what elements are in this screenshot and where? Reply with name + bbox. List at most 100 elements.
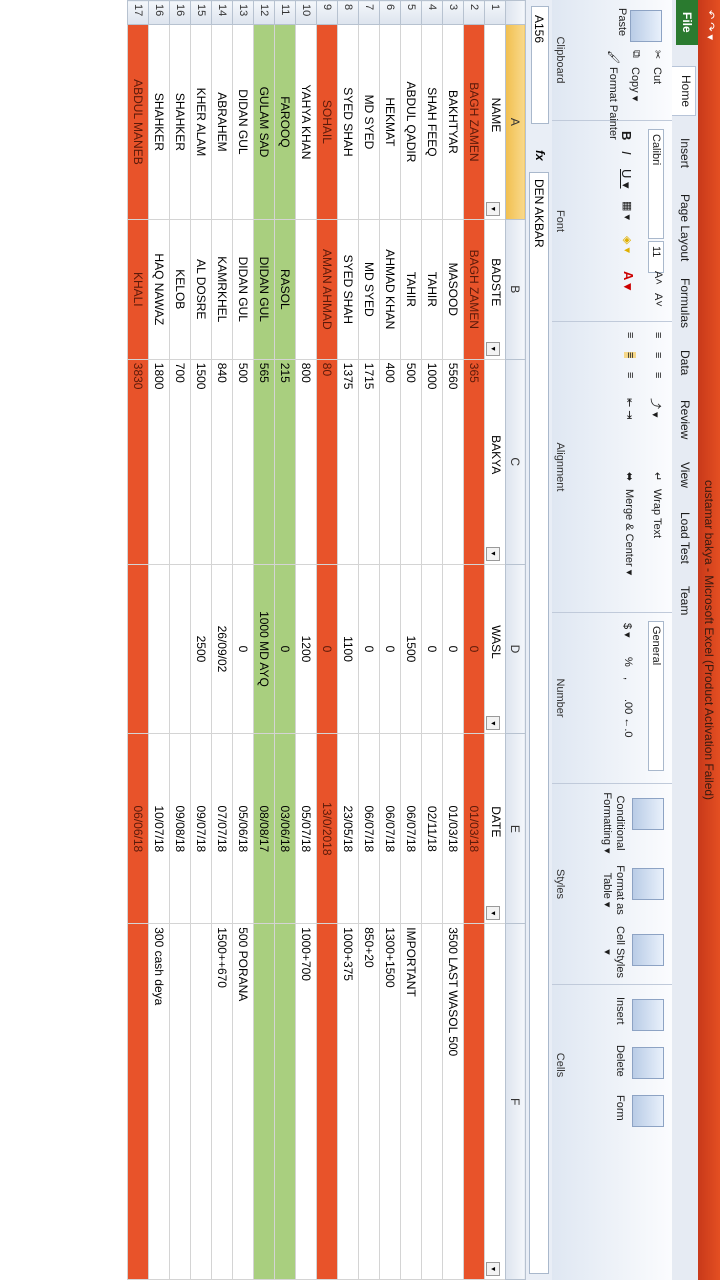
row-header[interactable]: 8 <box>337 0 359 25</box>
cell-date[interactable]: 06/06/18 <box>127 733 149 924</box>
number-format-select[interactable]: General <box>648 621 664 771</box>
align-middle-icon[interactable]: ≡ <box>652 352 664 358</box>
format-cells-icon[interactable] <box>632 1095 664 1127</box>
fx-icon[interactable]: fx <box>533 150 547 161</box>
align-right-icon[interactable]: ≡ <box>624 372 636 378</box>
row-header[interactable]: 15 <box>190 0 212 25</box>
cell-badste[interactable]: MD SYED <box>358 219 380 360</box>
cell-date[interactable]: 09/08/18 <box>169 733 191 924</box>
cell-name[interactable]: SHAHKER <box>148 24 170 220</box>
name-box[interactable]: A156 <box>531 6 549 124</box>
cell-bakya[interactable]: 5560 <box>442 359 464 565</box>
cell-name[interactable]: SHAHKER <box>169 24 191 220</box>
header-name-cell[interactable]: NAME ▾ <box>484 24 506 220</box>
cell-bakya[interactable]: 3830 <box>127 359 149 565</box>
format-as-table-button[interactable]: Format as Table ▾ <box>601 860 626 920</box>
cell-date[interactable]: 02/11/18 <box>421 733 443 924</box>
header-badste-cell[interactable]: BADSTE ▾ <box>484 219 506 360</box>
copy-button[interactable]: ⧉Copy ▾ <box>628 50 642 101</box>
percent-button[interactable]: % <box>622 657 634 667</box>
row-header[interactable]: 12 <box>253 0 275 25</box>
header-f-cell[interactable]: ▾ <box>484 923 506 1280</box>
cell-bakya[interactable]: 80 <box>316 359 338 565</box>
cell-wasl[interactable]: 0 <box>442 564 464 734</box>
cell-date[interactable]: 06/07/18 <box>358 733 380 924</box>
filter-dropdown-icon[interactable]: ▾ <box>486 906 501 921</box>
cell-f[interactable]: 1000+375 <box>337 923 359 1280</box>
column-header-e[interactable]: E <box>505 733 526 924</box>
cell-f[interactable] <box>463 923 485 1280</box>
shrink-font-button[interactable]: A˅ <box>652 293 664 307</box>
cell-wasl[interactable]: 0 <box>274 564 296 734</box>
cell-bakya[interactable]: 500 <box>232 359 254 565</box>
cell-wasl[interactable]: 1000 MD AYQ <box>253 564 275 734</box>
cell-f[interactable] <box>190 923 212 1280</box>
fill-color-icon[interactable]: ◈ ▾ <box>621 236 634 253</box>
conditional-formatting-icon[interactable] <box>632 798 664 830</box>
cell-name[interactable]: SHAH FEEQ <box>421 24 443 220</box>
row-header[interactable]: 11 <box>274 0 296 25</box>
font-size-select[interactable]: 11 <box>648 241 664 273</box>
cut-button[interactable]: ✂Cut <box>650 50 664 84</box>
cell-bakya[interactable]: 1375 <box>337 359 359 565</box>
cell-badste[interactable]: SYED SHAH <box>337 219 359 360</box>
filter-dropdown-icon[interactable]: ▾ <box>486 716 501 731</box>
cell-badste[interactable]: BAGH ZAMEN <box>463 219 485 360</box>
cell-badste[interactable]: AHMAD KHAN <box>379 219 401 360</box>
cell-bakya[interactable]: 565 <box>253 359 275 565</box>
cell-wasl[interactable]: 0 <box>421 564 443 734</box>
cell-name[interactable]: DIDAN GUL <box>232 24 254 220</box>
tab-formulas[interactable]: Formulas <box>676 270 694 336</box>
cell-bakya[interactable]: 500 <box>400 359 422 565</box>
cell-wasl[interactable]: 0 <box>232 564 254 734</box>
align-top-icon[interactable]: ≡ <box>652 332 664 338</box>
cell-f[interactable]: 300 cash deya <box>148 923 170 1280</box>
cell-bakya[interactable]: 700 <box>169 359 191 565</box>
row-header[interactable]: 9 <box>316 0 338 25</box>
cell-badste[interactable] <box>295 219 317 360</box>
font-name-select[interactable]: Calibri <box>648 129 664 239</box>
cell-bakya[interactable]: 1800 <box>148 359 170 565</box>
cell-bakya[interactable]: 1715 <box>358 359 380 565</box>
cell-f[interactable]: 1500++670 <box>211 923 233 1280</box>
cell-name[interactable]: BAKHTYAR <box>442 24 464 220</box>
cell-name[interactable]: YAHYA KHAN <box>295 24 317 220</box>
row-header[interactable]: 6 <box>379 0 401 25</box>
tab-team[interactable]: Team <box>676 578 694 623</box>
merge-center-button[interactable]: ⬌Merge & Center ▾ <box>622 472 636 575</box>
tab-view[interactable]: View <box>676 454 694 496</box>
insert-cells-icon[interactable] <box>632 999 664 1031</box>
tab-home[interactable]: Home <box>669 66 696 117</box>
row-header[interactable]: 4 <box>421 0 443 25</box>
cell-name[interactable]: SYED SHAH <box>337 24 359 220</box>
cell-badste[interactable]: RASOL <box>274 219 296 360</box>
cell-f[interactable]: 1300+1500 <box>379 923 401 1280</box>
cell-wasl[interactable] <box>169 564 191 734</box>
cell-name[interactable]: KHER ALAM <box>190 24 212 220</box>
cell-f[interactable] <box>421 923 443 1280</box>
currency-button[interactable]: $ ▾ <box>621 623 634 638</box>
grow-font-button[interactable]: A˄ <box>652 271 664 285</box>
select-all-corner[interactable] <box>505 0 526 25</box>
formula-input[interactable]: DEN AKBAR <box>529 172 549 1274</box>
cell-bakya[interactable]: 215 <box>274 359 296 565</box>
cell-wasl[interactable]: 0 <box>358 564 380 734</box>
tab-load-test[interactable]: Load Test <box>676 504 694 572</box>
tab-review[interactable]: Review <box>676 392 694 447</box>
cell-wasl[interactable]: 0 <box>316 564 338 734</box>
cell-f[interactable]: 850+20 <box>358 923 380 1280</box>
cell-date[interactable]: 07/07/18 <box>211 733 233 924</box>
cell-badste[interactable]: AL DOSRE <box>190 219 212 360</box>
header-wasl-cell[interactable]: WASL ▾ <box>484 564 506 734</box>
tab-data[interactable]: Data <box>676 342 694 383</box>
cell-bakya[interactable]: 365 <box>463 359 485 565</box>
cell-wasl[interactable]: 26/09/02 <box>211 564 233 734</box>
tab-file[interactable]: File <box>676 0 698 45</box>
cell-name[interactable]: ABRAHEM <box>211 24 233 220</box>
column-header-d[interactable]: D <box>505 564 526 734</box>
format-cells-button[interactable]: Form <box>614 1095 626 1121</box>
cell-date[interactable]: 01/03/18 <box>463 733 485 924</box>
decimal-buttons[interactable]: .00 ←.0 <box>622 699 634 738</box>
row-header[interactable]: 1 <box>484 0 506 25</box>
cell-wasl[interactable]: 0 <box>463 564 485 734</box>
